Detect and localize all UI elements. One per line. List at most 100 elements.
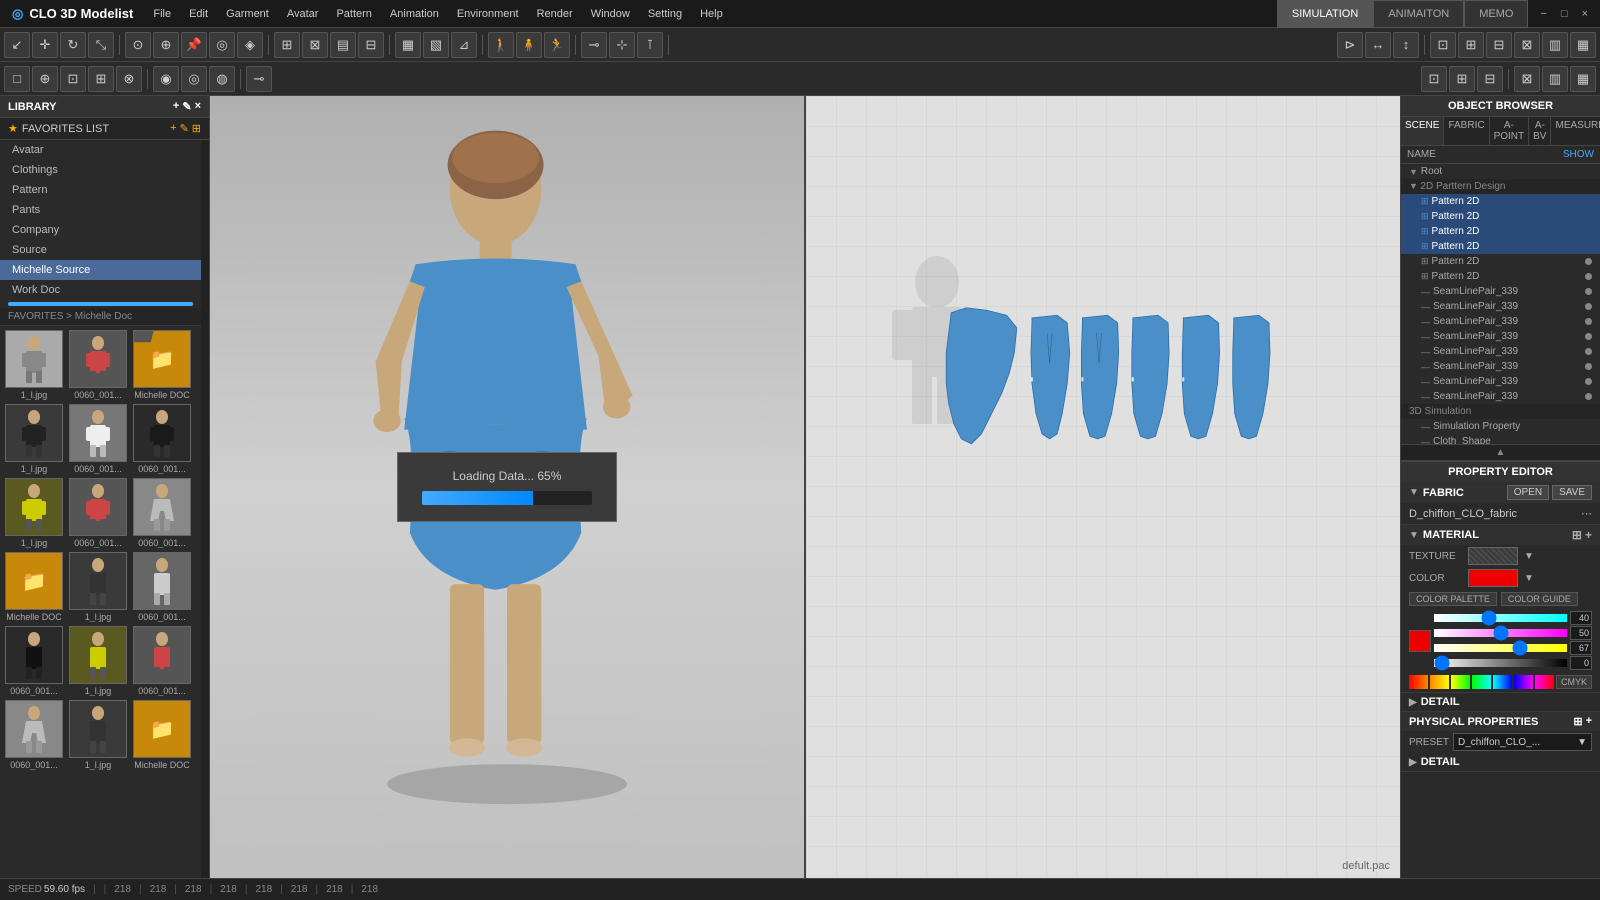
tool-c[interactable]: ▤: [330, 32, 356, 58]
tool-sim-3[interactable]: ◈: [237, 32, 263, 58]
tool-e[interactable]: ▦: [395, 32, 421, 58]
tree-seam-5[interactable]: — SeamLinePair_339: [1401, 344, 1600, 359]
tool-2d-b[interactable]: ⊞: [1458, 32, 1484, 58]
tree-seam-7[interactable]: — SeamLinePair_339: [1401, 374, 1600, 389]
menu-render[interactable]: Render: [529, 4, 581, 24]
thumb-item[interactable]: 0060_001...: [132, 626, 192, 696]
tool-2d-f[interactable]: ▦: [1570, 32, 1596, 58]
preset-value[interactable]: D_chiffon_CLO_... ▼: [1453, 733, 1592, 751]
tool-2dsub-a[interactable]: ⊡: [1421, 66, 1447, 92]
collapse-bar[interactable]: ▲: [1401, 444, 1600, 461]
thumb-item[interactable]: 📁 Michelle DOC: [4, 552, 64, 622]
tool-b[interactable]: ⊠: [302, 32, 328, 58]
show-label[interactable]: SHOW: [1563, 149, 1594, 160]
cmyk-m-slider[interactable]: [1434, 629, 1567, 637]
menu-help[interactable]: Help: [692, 4, 731, 24]
cmyk-y-value[interactable]: 67: [1570, 641, 1592, 655]
tool-2d-nav[interactable]: ⊳: [1337, 32, 1363, 58]
tree-seam-4[interactable]: — SeamLinePair_339: [1401, 329, 1600, 344]
tool-2dsub-f[interactable]: ▦: [1570, 66, 1596, 92]
cmyk-color-swatch[interactable]: [1409, 630, 1431, 652]
fabric-menu-icon[interactable]: ⋯: [1581, 507, 1592, 520]
thumb-item[interactable]: 1_l.jpg: [68, 626, 128, 696]
color-guide-button[interactable]: COLOR GUIDE: [1501, 592, 1578, 606]
menu-setting[interactable]: Setting: [640, 4, 690, 24]
tool-2dsub-b[interactable]: ⊞: [1449, 66, 1475, 92]
fav-pin-icon[interactable]: ⊞: [192, 122, 201, 135]
color-swatch[interactable]: [1468, 569, 1518, 587]
lib-close-icon[interactable]: ×: [195, 100, 201, 113]
thumb-item[interactable]: 0060_001...: [4, 700, 64, 770]
lib-item-clothings[interactable]: Clothings: [0, 160, 201, 180]
thumb-item[interactable]: 0060_001...: [132, 404, 192, 474]
tab-memo[interactable]: MEMO: [1464, 0, 1528, 28]
tool-sub-g[interactable]: ◎: [181, 66, 207, 92]
lib-add-icon[interactable]: +: [173, 100, 179, 113]
thumb-item[interactable]: 0060_001...: [132, 478, 192, 548]
maximize-button[interactable]: □: [1555, 6, 1574, 22]
thumb-item[interactable]: 0060_001...: [68, 404, 128, 474]
tool-select-3d[interactable]: ↙: [4, 32, 30, 58]
tab-simulation[interactable]: SIMULATION: [1277, 0, 1373, 28]
tool-sim-select[interactable]: ⊙: [125, 32, 151, 58]
tool-h[interactable]: ⊸: [581, 32, 607, 58]
tree-pattern-1[interactable]: ⊞ Pattern 2D: [1401, 194, 1600, 209]
tab-apoint[interactable]: A-POINT: [1490, 117, 1530, 145]
cmyk-button[interactable]: CMYK: [1556, 675, 1592, 689]
cmyk-y-slider[interactable]: [1434, 644, 1567, 652]
spectrum-yellow[interactable]: [1451, 675, 1470, 689]
lib-item-company[interactable]: Company: [0, 220, 201, 240]
tool-i[interactable]: ⊹: [609, 32, 635, 58]
texture-swatch[interactable]: [1468, 547, 1518, 565]
tree-pattern-5[interactable]: ⊞ Pattern 2D: [1401, 254, 1600, 269]
lib-item-pants[interactable]: Pants: [0, 200, 201, 220]
tool-sub-i[interactable]: ⊸: [246, 66, 272, 92]
tool-sub-d[interactable]: ⊞: [88, 66, 114, 92]
fabric-save-button[interactable]: SAVE: [1552, 485, 1592, 500]
tree-seam-3[interactable]: — SeamLinePair_339: [1401, 314, 1600, 329]
tool-2d-a[interactable]: ⊡: [1430, 32, 1456, 58]
cmyk-k-slider[interactable]: [1434, 659, 1567, 667]
tool-figure-pose[interactable]: 🧍: [516, 32, 542, 58]
thumb-item[interactable]: 📁 Michelle DOC: [132, 700, 192, 770]
cmyk-m-value[interactable]: 50: [1570, 626, 1592, 640]
thumb-item[interactable]: 📁 Michelle DOC: [132, 330, 192, 400]
tool-move-3d[interactable]: ✛: [32, 32, 58, 58]
tool-sub-a[interactable]: □: [4, 66, 30, 92]
thumb-item[interactable]: 1_l.jpg: [4, 404, 64, 474]
spectrum-blue[interactable]: [1514, 675, 1533, 689]
menu-environment[interactable]: Environment: [449, 4, 527, 24]
menu-edit[interactable]: Edit: [181, 4, 216, 24]
tool-rotate[interactable]: ↻: [60, 32, 86, 58]
3d-viewport[interactable]: Loading Data... 65%: [210, 96, 806, 878]
tree-cloth-shape[interactable]: — Cloth_Shape: [1401, 434, 1600, 444]
lib-item-pattern[interactable]: Pattern: [0, 180, 201, 200]
tool-sub-f[interactable]: ◉: [153, 66, 179, 92]
tool-2d-scale[interactable]: ↕: [1393, 32, 1419, 58]
material-expand-icon[interactable]: ⊞: [1572, 528, 1582, 542]
tree-pattern-2[interactable]: ⊞ Pattern 2D: [1401, 209, 1600, 224]
fav-add-icon[interactable]: +: [170, 122, 176, 135]
thumb-item[interactable]: 0060_001...: [68, 330, 128, 400]
tab-animation[interactable]: ANIMAITON: [1373, 0, 1464, 28]
close-button[interactable]: ×: [1576, 6, 1594, 22]
thumb-item[interactable]: 0060_001...: [68, 478, 128, 548]
tab-abv[interactable]: A-BV: [1529, 117, 1551, 145]
tool-f[interactable]: ▧: [423, 32, 449, 58]
thumb-item[interactable]: 0060_001...: [132, 552, 192, 622]
tree-root[interactable]: ▼ Root: [1401, 164, 1600, 179]
tree-seam-1[interactable]: — SeamLinePair_339: [1401, 284, 1600, 299]
thumb-item[interactable]: 1_l.jpg: [4, 330, 64, 400]
thumb-item[interactable]: 1_l.jpg: [68, 552, 128, 622]
tool-sim-2[interactable]: ◎: [209, 32, 235, 58]
tree-seam-8[interactable]: — SeamLinePair_339: [1401, 389, 1600, 404]
material-add-icon[interactable]: +: [1585, 528, 1592, 542]
tool-sub-h[interactable]: ◍: [209, 66, 235, 92]
tool-2d-move[interactable]: ↔: [1365, 32, 1391, 58]
tool-d[interactable]: ⊟: [358, 32, 384, 58]
lib-item-work-doc[interactable]: Work Doc: [0, 280, 201, 300]
tool-sim-move[interactable]: ⊕: [153, 32, 179, 58]
tree-sim-property[interactable]: — Simulation Property: [1401, 419, 1600, 434]
tab-fabric[interactable]: FABRIC: [1444, 117, 1489, 145]
2d-viewport[interactable]: defult.pac: [806, 96, 1400, 878]
